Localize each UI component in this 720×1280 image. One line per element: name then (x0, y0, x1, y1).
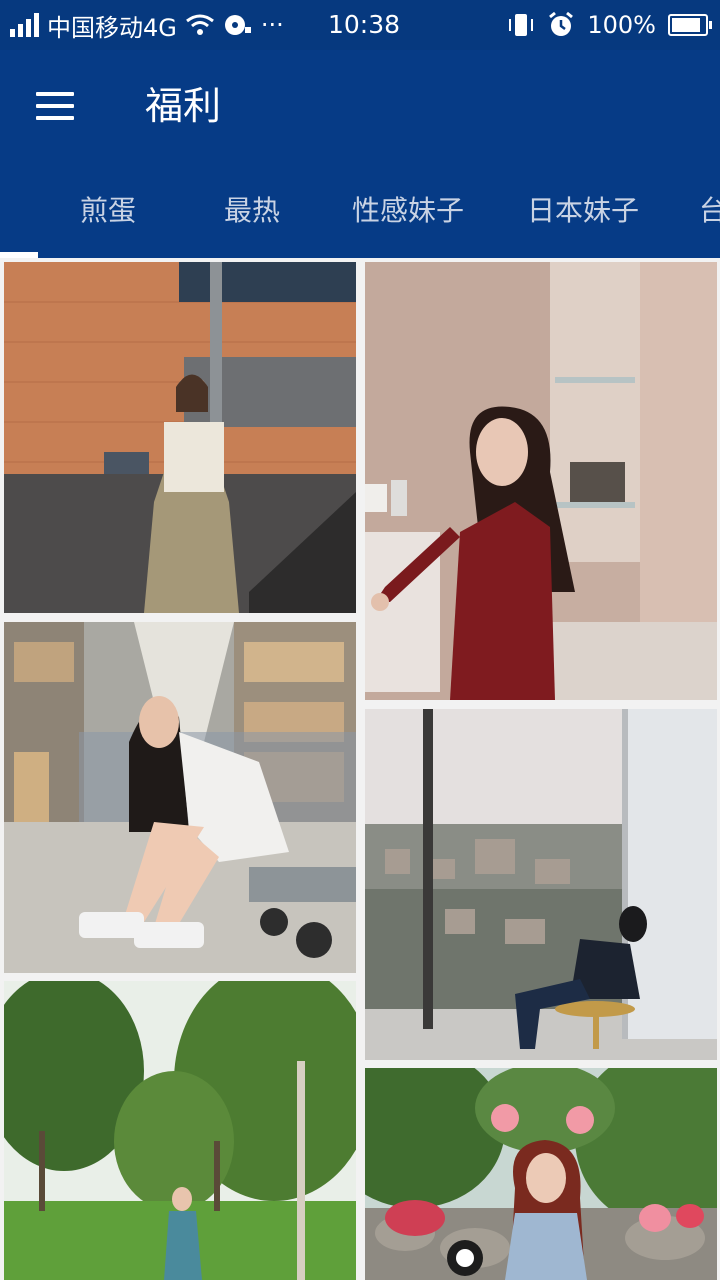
tab-taiwan-partial[interactable]: 台 (699, 160, 720, 258)
tab-hottest[interactable]: 最热 (224, 160, 280, 258)
app-bar: 福利 (0, 50, 720, 160)
battery-icon (668, 14, 712, 36)
wifi-icon (185, 14, 214, 35)
status-bar: 中国移动4G ··· 10:38 100% (0, 0, 720, 50)
photo-woman-trees-lawn[interactable] (4, 981, 356, 1280)
battery-percent: 100% (587, 11, 656, 39)
tab-japan-girls[interactable]: 日本妹子 (527, 160, 639, 258)
photo-woman-window-city[interactable] (365, 709, 717, 1060)
page-title: 福利 (145, 84, 222, 128)
signal-icon (10, 13, 39, 37)
tab-sexy-girls[interactable]: 性感妹子 (352, 160, 464, 258)
music-disc-icon (224, 15, 251, 35)
tab-jiandan[interactable]: 煎蛋 (80, 160, 136, 258)
photo-woman-bathroom[interactable] (365, 262, 717, 700)
photo-woman-palm-garden[interactable] (365, 1068, 717, 1280)
menu-icon[interactable] (32, 84, 80, 128)
photo-woman-warehouse[interactable] (4, 622, 356, 973)
vibrate-icon (509, 14, 534, 36)
photo-woman-brick-wall[interactable] (4, 262, 356, 613)
carrier-label: 中国移动4G (47, 13, 177, 42)
alarm-icon (549, 11, 574, 36)
clock: 10:38 (328, 10, 401, 39)
status-right: 100% (507, 10, 712, 40)
more-notifications-icon: ··· (260, 11, 284, 39)
photo-grid (0, 258, 720, 1280)
status-left: 中国移动4G ··· (10, 10, 284, 42)
tab-bar: 煎蛋 最热 性感妹子 日本妹子 台 (0, 160, 720, 258)
